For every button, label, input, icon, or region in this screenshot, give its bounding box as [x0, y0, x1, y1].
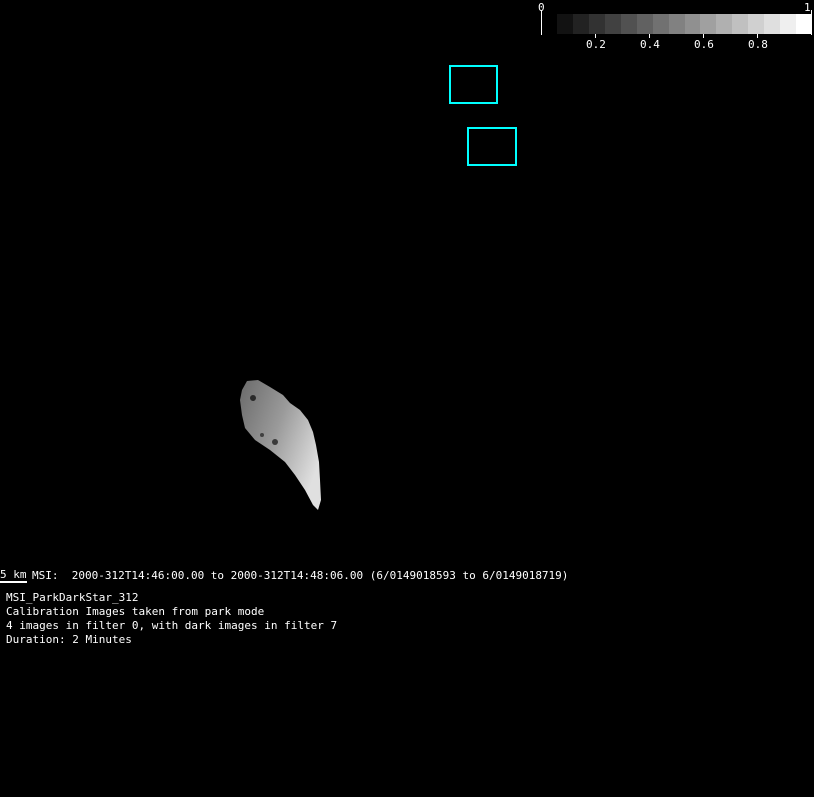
observation-filters: 4 images in filter 0, with dark images i… — [6, 619, 338, 632]
crater — [272, 439, 278, 445]
scale-bar: 5 km — [0, 568, 27, 583]
observation-time-range: MSI: 2000-312T14:46:00.00 to 2000-312T14… — [32, 569, 569, 582]
observation-description: Calibration Images taken from park mode — [6, 605, 265, 618]
observation-title: MSI_ParkDarkStar_312 — [6, 591, 139, 604]
crater — [250, 395, 256, 401]
crater — [260, 433, 264, 437]
observation-duration: Duration: 2 Minutes — [6, 633, 132, 646]
asteroid-eros — [240, 380, 321, 510]
